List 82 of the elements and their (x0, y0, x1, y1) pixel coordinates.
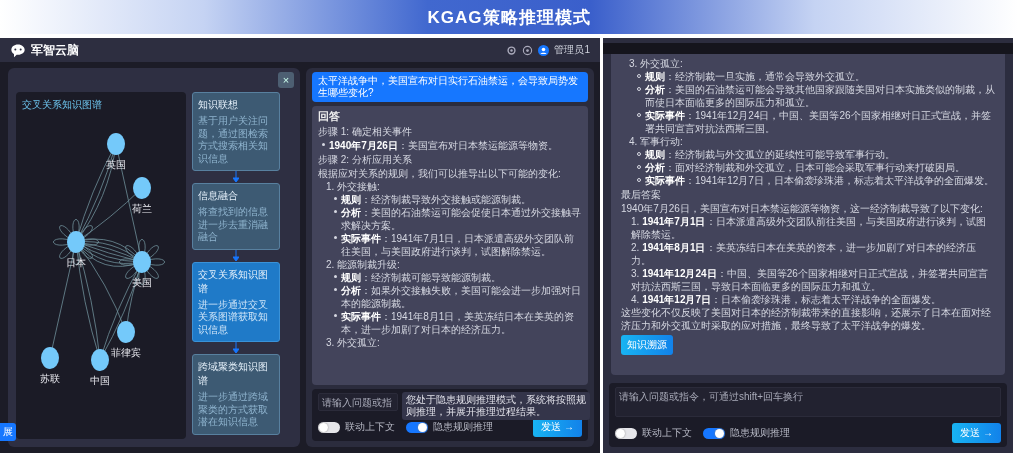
graph-node[interactable] (67, 231, 85, 253)
step-description: 进一步通过交叉关系图谱获取知识信息 (198, 298, 269, 336)
answer-paragraph: 这些变化不仅反映了美国对日本的经济制裁带来的直接影响，还展示了日本在面对经济压力和外交孤立时采取的应对措施，最终导致了太平洋战争的爆发。 (621, 306, 992, 332)
bullet-icon (334, 210, 337, 213)
question-input[interactable]: 请输入问题或指 (318, 393, 398, 411)
list-heading: 3. 外交孤立: (325, 336, 381, 349)
answer-heading: 回答 (318, 110, 341, 123)
close-button[interactable]: × (278, 72, 294, 88)
toggle-label: 隐患规则推理 (433, 420, 493, 434)
toggle-switch[interactable] (318, 421, 340, 433)
list-item: 3. 1941年12月24日：中国、美国等26个国家相继对日正式宣战，并签署共同宣言对抗法西斯三国，导致日本面临更多的国际压力和孤立。 (630, 267, 989, 293)
node-label: 美国 (132, 277, 152, 288)
user-message: 太平洋战争中，美国宣布对日实行石油禁运，会导致局势发生哪些变化? (312, 72, 588, 102)
step-card[interactable]: 知识联想 基于用户关注问题，通过图检索方式搜索相关知识信息 (192, 92, 280, 171)
answer-paragraph: 根据应对关系的规则，我们可以推导出以下可能的变化: (318, 167, 562, 180)
list-item: 分析：美国的石油禁运可能会促使日本通过外交接触寻求解决方案。 (341, 206, 582, 232)
list-heading: 2. 能源制裁升级: (325, 258, 401, 271)
step-title: 信息融合 (198, 189, 239, 203)
list-item: 分析：面对经济制裁和外交孤立，日本可能会采取军事行动来打破困局。 (645, 161, 966, 174)
node-label: 苏联 (40, 373, 60, 384)
graph-node[interactable] (91, 349, 109, 371)
step-title: 交叉关系知识图谱 (198, 267, 269, 296)
bullet-icon (334, 275, 337, 278)
answer-paragraph: 1940年7月26日，美国宣布对日本禁运能源等物资，这一经济制裁导致了以下变化: (621, 202, 984, 215)
step-title: 知识联想 (198, 98, 239, 112)
node-label: 中国 (90, 375, 110, 386)
list-item: 规则：经济制裁可能导致能源制裁。 (341, 271, 502, 284)
connector-arrow (233, 171, 239, 183)
list-item: 4. 1941年12月7日：日本偷袭珍珠港，标志着太平洋战争的全面爆发。 (630, 293, 943, 306)
list-item: 实际事件：1941年7月1日，日本派遣高级外交团队前往美国，与美国政府进行谈判，试图解除禁运。 (341, 232, 576, 258)
list-item: 2. 1941年8月1日：美英冻结日本在美英的资本，进一步加剧了对日本的经济压力。 (630, 241, 977, 267)
node-label: 荷兰 (132, 203, 152, 214)
list-item: 实际事件：1941年12月7日，日本偷袭珍珠港，标志着太平洋战争的全面爆发。 (645, 174, 995, 187)
node-label: 英国 (106, 159, 126, 170)
step-description: 基于用户关注问题，通过图检索方式搜索相关知识信息 (198, 115, 269, 165)
list-item: 分析：如果外交接触失败，美国可能会进一步加强对日本的能源制裁。 (341, 284, 582, 310)
step-heading: 步骤 2: 分析应用关系 (318, 153, 413, 166)
logo-icon (10, 42, 26, 58)
toggle-label: 隐患规则推理 (730, 426, 790, 440)
list-item: 实际事件：1941年12月24日，中国、美国等26个国家相继对日正式宣战，并签署共同宣言对抗法西斯三国。 (645, 109, 992, 135)
question-input[interactable]: 请输入问题或指令，可通过shift+回车换行 (615, 387, 1001, 417)
bullet-icon (334, 236, 337, 239)
step-card[interactable]: 交叉关系知识图谱 进一步通过交叉关系图谱获取知识信息 (192, 261, 280, 342)
list-heading: 3. 外交孤立: (628, 57, 684, 70)
toggle-switch[interactable] (406, 421, 428, 433)
avatar-icon[interactable] (538, 44, 550, 56)
step-heading: 步骤 1: 确定相关事件 (318, 125, 413, 138)
list-item: 规则：经济制裁导致外交接触或能源制裁。 (341, 193, 532, 206)
graph-node[interactable] (117, 321, 135, 343)
tooltip: 您处于隐患规则推理模式，系统将按照规则推理，并展开推理过程结果。 (402, 392, 590, 420)
toggle-label: 联动上下文 (345, 420, 395, 434)
list-item: 1940年7月26日：美国宣布对日本禁运能源等物资。 (329, 139, 559, 152)
graph-node[interactable] (107, 133, 125, 155)
bullet-icon (334, 288, 337, 291)
graph-node[interactable] (133, 177, 151, 199)
list-item: 实际事件：1941年8月1日，美英冻结日本在美英的资本，进一步加剧了对日本的经济压力。 (341, 310, 576, 336)
step-title: 跨域聚类知识图谱 (198, 360, 269, 388)
toggle-label: 联动上下文 (642, 426, 692, 440)
bullet-icon (334, 197, 337, 200)
graph-title: 交叉关系知识图谱 (22, 98, 102, 112)
list-heading: 1. 外交接触: (325, 180, 381, 193)
step-heading: 最后答案 (621, 188, 662, 201)
graph-node[interactable] (133, 251, 151, 273)
app-logo-text: 军智云脑 (31, 41, 79, 59)
user-name[interactable]: 管理员1 (554, 43, 590, 57)
node-label: 菲律宾 (111, 347, 141, 358)
banner-title: KGAG策略推理模式 (427, 6, 591, 29)
toggle-switch[interactable] (703, 427, 725, 439)
list-heading: 4. 军事行动: (628, 135, 684, 148)
list-item: 规则：经济制裁一旦实施，通常会导致外交孤立。 (645, 70, 866, 83)
toggle-switch[interactable] (615, 427, 637, 439)
side-button[interactable]: 展 (0, 423, 16, 441)
graph-node[interactable] (41, 347, 59, 369)
connector-arrow (233, 342, 239, 354)
bullet-icon (334, 314, 337, 317)
bullet-icon (322, 143, 325, 146)
knowledge-source-button[interactable]: 知识溯源 (621, 335, 673, 355)
connector-arrow (233, 249, 239, 262)
node-label: 日本 (66, 257, 86, 268)
list-item: 1. 1941年7月1日：日本派遣高级外交团队前往美国，与美国政府进行谈判，试图解除禁运。 (630, 215, 987, 241)
list-item: 规则：经济制裁与外交孤立的延续性可能导致军事行动。 (645, 148, 896, 161)
list-item: 分析：美国的石油禁运可能会导致其他国家跟随美国对日本实施类似的制裁，从而使日本面临更多的国际压力和孤立。 (645, 83, 995, 109)
